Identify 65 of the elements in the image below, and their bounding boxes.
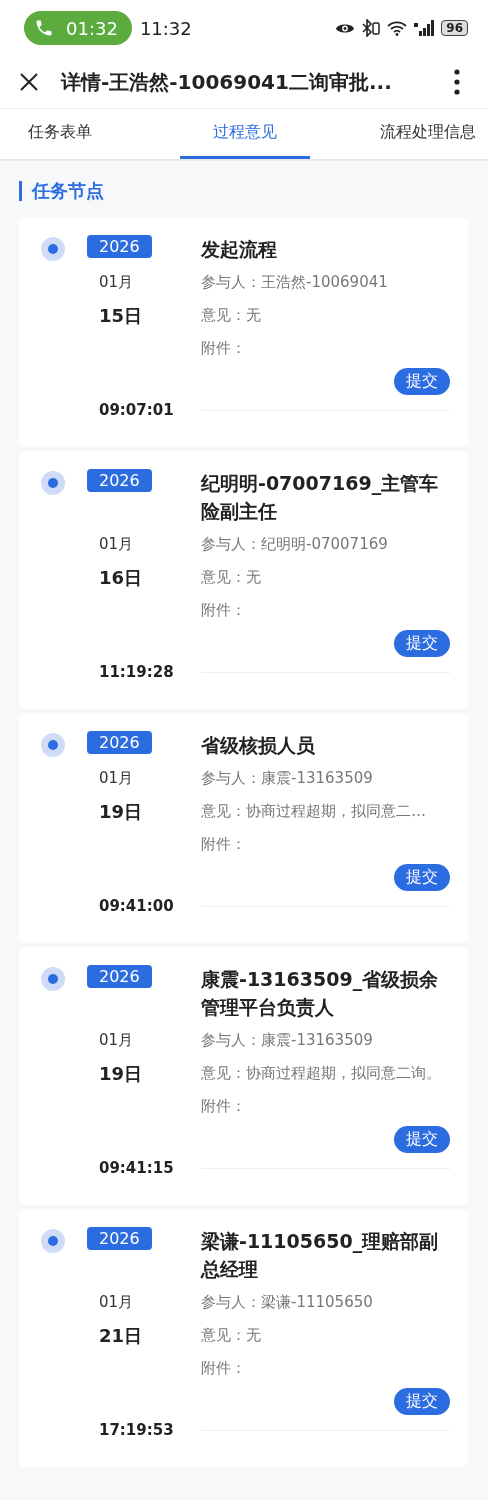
timeline-dot (41, 733, 65, 757)
year-badge: 2026 (87, 1227, 152, 1250)
year-badge: 2026 (87, 965, 152, 988)
node-title: 发起流程 (201, 237, 278, 262)
submit-button[interactable]: 提交 (394, 864, 450, 891)
tab[interactable]: 流程处理信息 (380, 109, 476, 159)
node-title: 纪明明-07007169_主管车险副主任 (201, 471, 440, 524)
time: 17:19:53 (98, 1421, 175, 1439)
call-pill[interactable]: 01:32 (24, 11, 132, 45)
opinion: 意见：无 (201, 567, 262, 588)
attachment: 附件： (201, 834, 247, 855)
month: 01月 (98, 535, 135, 554)
participant: 参与人：梁谦-11105650 (201, 1292, 374, 1313)
tab[interactable]: 过程意见 (180, 109, 310, 159)
day: 19日 (87, 1061, 183, 1086)
opinion: 意见：无 (201, 305, 262, 326)
attachment: 附件： (201, 338, 247, 359)
timeline-dot (41, 967, 65, 991)
year-badge: 2026 (87, 469, 152, 492)
timeline-dot (41, 1229, 65, 1253)
wifi-icon (387, 20, 408, 36)
participant: 参与人：王浩然-10069041 (201, 272, 389, 293)
submit-button[interactable]: 提交 (394, 368, 450, 395)
submit-button[interactable]: 提交 (394, 1388, 450, 1415)
submit-button[interactable]: 提交 (394, 630, 450, 657)
time: 09:07:01 (98, 401, 175, 419)
signal-icon (413, 20, 436, 36)
node-title: 梁谦-11105650_理赔部副总经理 (201, 1229, 440, 1282)
eye-icon (335, 21, 356, 35)
clock: 11:32 (139, 17, 192, 39)
month: 01月 (98, 273, 135, 292)
timeline-dot (41, 237, 65, 261)
day: 15日 (87, 303, 183, 328)
opinion: 意见：协商过程超期，拟同意二询。 (201, 1063, 442, 1084)
time: 09:41:00 (98, 897, 175, 915)
phone-icon (34, 18, 54, 38)
bluetooth-icon (361, 19, 382, 37)
participant: 参与人：纪明明-07007169 (201, 534, 389, 555)
year-badge: 2026 (87, 235, 152, 258)
year-badge: 2026 (87, 731, 152, 754)
timeline-dot (41, 471, 65, 495)
time: 09:41:15 (98, 1159, 175, 1177)
participant: 参与人：康震-13163509 (201, 1030, 374, 1051)
attachment: 附件： (201, 600, 247, 621)
month: 01月 (98, 1293, 135, 1312)
opinion: 意见：无 (201, 1325, 262, 1346)
day: 19日 (87, 799, 183, 824)
battery-icon: 96 (441, 20, 468, 36)
opinion: 意见：协商过程超期，拟同意二… (201, 801, 427, 822)
node-title: 康震-13163509_省级损余管理平台负责人 (201, 967, 440, 1020)
participant: 参与人：康震-13163509 (201, 768, 374, 789)
page-title: 详情-王浩然-10069041二询审批... (61, 68, 392, 96)
submit-button[interactable]: 提交 (394, 1126, 450, 1153)
day: 21日 (87, 1323, 183, 1348)
day: 16日 (87, 565, 183, 590)
close-icon[interactable] (19, 72, 39, 92)
month: 01月 (98, 1031, 135, 1050)
more-icon[interactable] (454, 69, 460, 95)
time: 11:19:28 (98, 663, 175, 681)
attachment: 附件： (201, 1096, 247, 1117)
section-title: 任务节点 (19, 181, 468, 201)
tab[interactable]: 任务表单 (28, 109, 92, 159)
month: 01月 (98, 769, 135, 788)
attachment: 附件： (201, 1358, 247, 1379)
node-title: 省级核损人员 (201, 733, 316, 758)
